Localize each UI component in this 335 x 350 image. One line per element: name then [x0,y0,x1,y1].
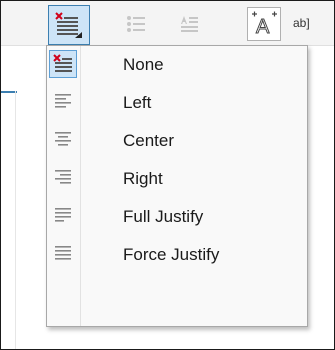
document-margin-line [15,91,16,349]
menu-item-label: Full Justify [123,207,204,226]
menu-item-none[interactable]: None [47,46,307,84]
menu-item-label: Force Justify [123,245,220,264]
align-none-icon [55,12,82,38]
menu-item-force-justify[interactable]: Force Justify [47,236,307,274]
menu-item-label: Left [123,93,152,112]
bullets-button[interactable] [123,11,149,37]
alignment-dropdown-button[interactable] [48,5,90,45]
align-none-icon [49,50,77,78]
align-justify-icon [50,202,76,228]
toolbar-abbr-text: ab] [293,16,310,30]
align-left-icon [50,88,76,114]
window-frame: A ab] None Left Center Right Full Justif… [0,0,335,350]
paragraph-style-icon [181,16,198,32]
align-center-icon [50,126,76,152]
alignment-dropdown-menu: None Left Center Right Full Justify Forc… [46,45,308,327]
paragraph-style-button[interactable] [176,11,202,37]
menu-item-label: None [123,55,164,74]
menu-item-label: Right [123,169,163,188]
menu-item-left[interactable]: Left [47,84,307,122]
text-effect-button[interactable]: A [247,7,281,41]
svg-text:A: A [256,16,270,38]
menu-item-label: Center [123,131,175,150]
align-right-icon [50,164,76,190]
menu-item-center[interactable]: Center [47,122,307,160]
menu-item-right[interactable]: Right [47,160,307,198]
bullets-icon [127,16,145,32]
menu-item-full-justify[interactable]: Full Justify [47,198,307,236]
text-effect-icon: A [252,11,277,39]
align-force-justify-icon [50,240,76,266]
toolbar: A ab] [1,1,334,45]
